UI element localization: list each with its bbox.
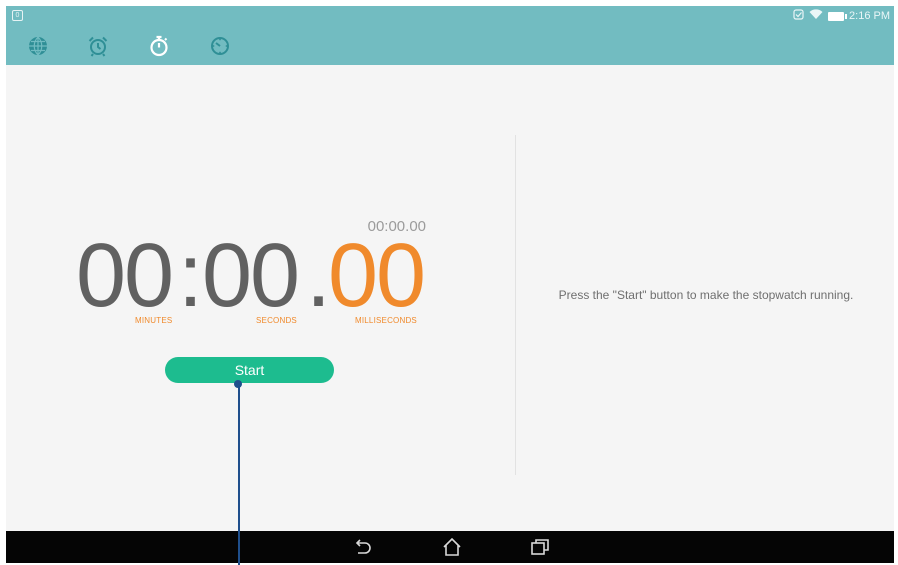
alarm-clock-icon <box>88 36 108 57</box>
tab-bar <box>6 34 306 58</box>
callout-line <box>238 383 240 565</box>
divider <box>515 135 516 475</box>
battery-icon <box>828 11 848 21</box>
tab-world-clock[interactable] <box>26 34 50 58</box>
recent-apps-icon <box>531 539 549 555</box>
globe-icon <box>29 36 47 56</box>
stopwatch-icon <box>150 35 168 57</box>
tab-alarm[interactable] <box>86 34 110 58</box>
seconds-label: SECONDS <box>256 316 297 325</box>
home-button[interactable] <box>440 536 464 558</box>
stopwatch-panel: 00:00.00 00 : 00 . 00 MINUTES SECONDS MI… <box>6 65 894 531</box>
seconds-digits: 00 <box>202 226 300 326</box>
colon-separator: : <box>178 226 203 326</box>
status-bar: 0 2:16 PM <box>6 6 894 26</box>
back-icon <box>355 539 371 554</box>
status-icons: 2:16 PM <box>793 8 890 24</box>
timer-icon <box>211 37 229 55</box>
home-icon <box>443 537 461 556</box>
callout-dot <box>234 380 242 388</box>
hint-text: Press the "Start" button to make the sto… <box>558 288 854 302</box>
dot-separator: . <box>306 226 331 326</box>
milliseconds-label: MILLISECONDS <box>355 316 417 325</box>
navigation-bar <box>6 531 894 563</box>
notification-icon: 0 <box>12 10 23 21</box>
clock-text: 2:16 PM <box>849 10 890 22</box>
app-bar: 0 2:16 PM <box>6 6 894 65</box>
milliseconds-digits: 00 <box>328 226 426 326</box>
recent-apps-button[interactable] <box>528 536 552 558</box>
tab-timer[interactable] <box>208 34 232 58</box>
wifi-icon <box>809 9 823 23</box>
start-button[interactable]: Start <box>165 357 334 383</box>
tab-stopwatch[interactable] <box>147 34 171 58</box>
minutes-label: MINUTES <box>135 316 173 325</box>
back-button[interactable] <box>350 536 374 558</box>
screen-frame: 0 2:16 PM 00:00.00 00: 00 . 00 MINUTES … <box>6 6 894 563</box>
alarm-status-icon <box>793 9 804 23</box>
minutes-digits: 00 <box>76 226 174 326</box>
